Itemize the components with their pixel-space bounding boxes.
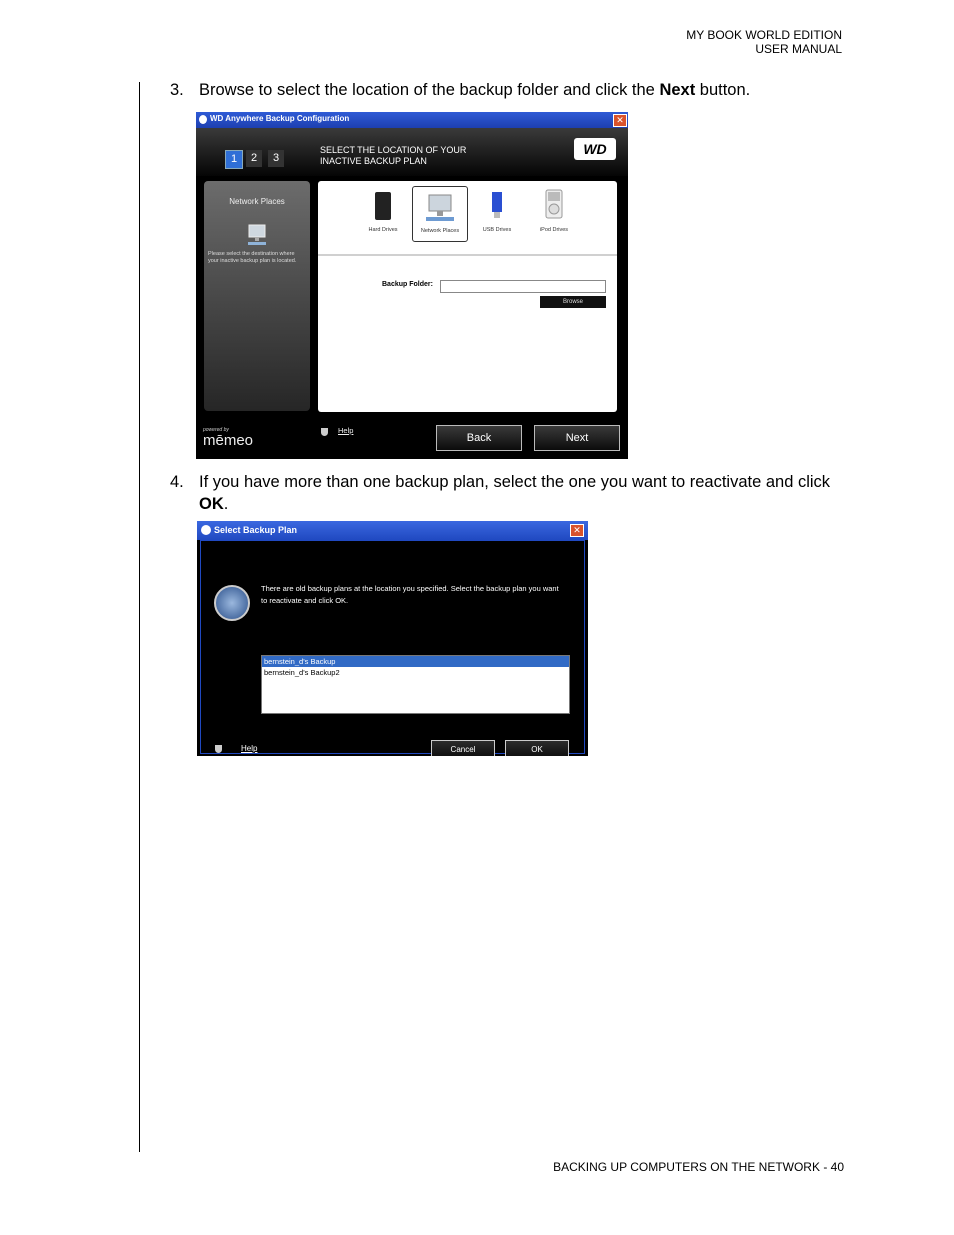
close-button[interactable]: ✕	[570, 524, 584, 537]
help-shield-icon	[215, 745, 222, 753]
browse-button[interactable]: Browse	[540, 296, 606, 308]
help-link[interactable]: Help	[241, 744, 257, 753]
panel-separator	[318, 254, 617, 256]
step-3-indicator: 3	[268, 150, 284, 167]
wd-logo: WD	[574, 138, 616, 160]
step-2-indicator: 2	[246, 150, 262, 167]
close-button[interactable]: ✕	[613, 114, 627, 127]
memeo-logo: mēmeo	[203, 432, 254, 449]
app-icon	[201, 525, 211, 535]
next-button[interactable]: Next	[534, 425, 620, 451]
wizard-heading: SELECT THE LOCATION OF YOUR INACTIVE BACK…	[320, 145, 467, 166]
device-network-places[interactable]: Network Places	[412, 186, 468, 242]
backup-folder-input[interactable]	[440, 280, 606, 293]
dialog-title: Select Backup Plan	[214, 525, 298, 535]
help-link[interactable]: Help	[338, 426, 353, 435]
left-panel-title: Network Places	[229, 197, 285, 206]
left-panel-description: Please select the destination where your…	[208, 251, 297, 264]
title-bar: WD Anywhere Backup Configuration ✕	[196, 112, 628, 128]
dialog-body: There are old backup plans at the locati…	[200, 540, 585, 756]
device-hard-drives[interactable]: Hard Drives	[356, 186, 410, 240]
list-item[interactable]: bernstein_d's Backup	[262, 656, 569, 667]
ok-button[interactable]: OK	[505, 740, 569, 756]
step-1-indicator: 1	[225, 150, 243, 169]
wd-backup-config-window: WD Anywhere Backup Configuration ✕ 1 2 3…	[196, 112, 628, 459]
destination-panel: Hard Drives Network Places USB Drives iP…	[318, 181, 617, 412]
window-title: WD Anywhere Backup Configuration	[210, 114, 350, 123]
dialog-message: There are old backup plans at the locati…	[261, 584, 559, 605]
margin-rule	[139, 82, 140, 1152]
memeo-spinner-icon	[214, 585, 250, 621]
backup-folder-label: Backup Folder:	[382, 281, 433, 288]
step-number: 4.	[170, 473, 184, 491]
step-text: Browse to select the location of the bac…	[199, 81, 751, 99]
network-places-icon	[248, 224, 266, 245]
network-places-icon	[426, 194, 454, 221]
step-text: If you have more than one backup plan, s…	[199, 473, 831, 513]
device-usb-drives[interactable]: USB Drives	[470, 186, 524, 240]
usb-drive-icon	[492, 192, 502, 218]
left-panel: Network Places Please select the destina…	[204, 181, 310, 411]
cancel-button[interactable]: Cancel	[431, 740, 495, 756]
help-shield-icon	[321, 428, 328, 436]
back-button[interactable]: Back	[436, 425, 522, 451]
header-title: MY BOOK WORLD EDITION	[686, 28, 842, 42]
ipod-icon	[545, 189, 563, 219]
step-number: 3.	[170, 81, 184, 99]
title-bar: Select Backup Plan ✕	[197, 521, 588, 540]
running-header: MY BOOK WORLD EDITION USER MANUAL	[686, 28, 842, 56]
backup-plan-list[interactable]: bernstein_d's Backup bernstein_d's Backu…	[261, 655, 570, 714]
header-subtitle: USER MANUAL	[755, 42, 842, 56]
app-icon	[199, 115, 207, 124]
device-ipod-drives[interactable]: iPod Drives	[527, 186, 581, 240]
select-backup-plan-dialog: Select Backup Plan ✕ There are old backu…	[197, 521, 588, 756]
hard-drive-icon	[375, 192, 391, 220]
list-item[interactable]: bernstein_d's Backup2	[262, 667, 569, 678]
page-footer: BACKING UP COMPUTERS ON THE NETWORK - 40	[553, 1160, 844, 1174]
